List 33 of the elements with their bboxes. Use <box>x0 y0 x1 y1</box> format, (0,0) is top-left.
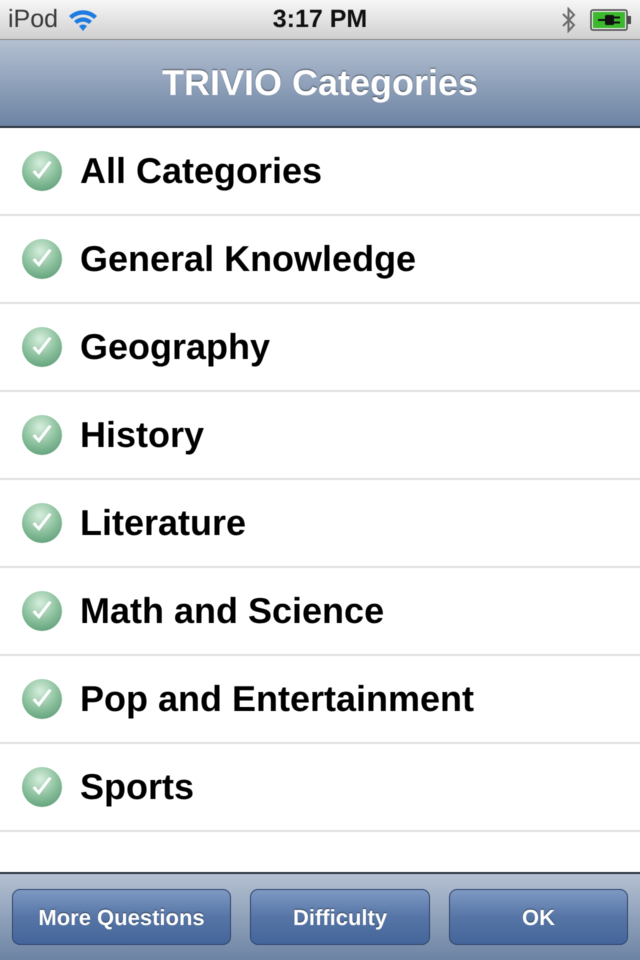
wifi-icon <box>68 8 98 32</box>
status-time: 3:17 PM <box>272 7 368 32</box>
toolbar-button[interactable]: Difficulty <box>250 889 430 945</box>
check-circle-icon[interactable] <box>22 767 62 807</box>
toolbar-button[interactable]: More Questions <box>12 889 231 945</box>
category-row[interactable]: History <box>0 392 640 480</box>
category-label: Literature <box>80 501 246 545</box>
category-label: Sports <box>80 765 194 809</box>
category-row[interactable]: Math and Science <box>0 568 640 656</box>
toolbar-button[interactable]: OK <box>449 889 628 945</box>
category-label: Geography <box>80 325 270 369</box>
check-circle-icon[interactable] <box>22 239 62 279</box>
category-row[interactable]: Literature <box>0 480 640 568</box>
charging-battery-icon <box>590 8 632 30</box>
category-label: History <box>80 413 204 457</box>
navigation-title: TRIVIO Categories <box>162 61 478 105</box>
check-circle-icon[interactable] <box>22 591 62 631</box>
check-circle-icon[interactable] <box>22 415 62 455</box>
category-label: Math and Science <box>80 589 384 633</box>
category-label: All Categories <box>80 149 322 193</box>
check-circle-icon[interactable] <box>22 151 62 191</box>
check-circle-icon[interactable] <box>22 503 62 543</box>
category-row[interactable]: All Categories <box>0 128 640 216</box>
category-label: Pop and Entertainment <box>80 677 474 721</box>
category-row[interactable]: Sports <box>0 744 640 832</box>
bluetooth-icon <box>562 6 576 32</box>
category-label: General Knowledge <box>80 237 416 281</box>
category-row[interactable]: Geography <box>0 304 640 392</box>
check-circle-icon[interactable] <box>22 679 62 719</box>
category-row[interactable]: Pop and Entertainment <box>0 656 640 744</box>
carrier-label: iPod <box>8 7 58 32</box>
check-circle-icon[interactable] <box>22 327 62 367</box>
category-row[interactable]: General Knowledge <box>0 216 640 304</box>
